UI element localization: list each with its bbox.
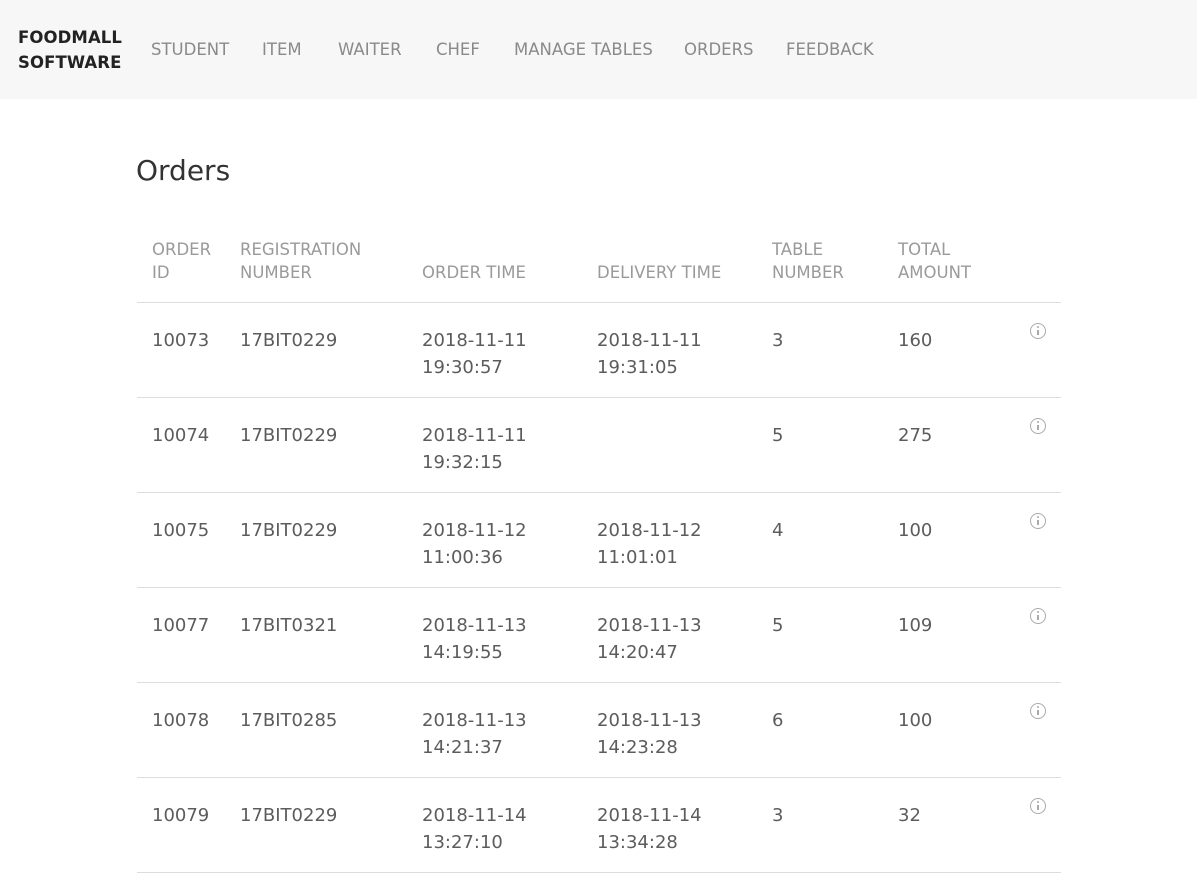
order-date: 2018-11-13 — [422, 615, 527, 636]
cell-order-id: 10075 — [152, 520, 210, 541]
info-icon[interactable] — [1030, 513, 1046, 529]
cell-registration-number: 17BIT0229 — [240, 805, 338, 826]
delivery-clock: 13:34:28 — [597, 832, 678, 853]
cell-registration-number: 17BIT0285 — [240, 710, 338, 731]
header-table-line-1: TABLE — [772, 240, 824, 259]
cell-order-time: 2018-11-11 19:30:57 — [422, 327, 527, 381]
cell-registration-number: 17BIT0321 — [240, 615, 338, 636]
header-total-amount: TOTAL AMOUNT — [898, 238, 971, 284]
info-icon[interactable] — [1030, 323, 1046, 339]
delivery-clock: 11:01:01 — [597, 547, 678, 568]
delivery-date: 2018-11-13 — [597, 710, 702, 731]
cell-registration-number: 17BIT0229 — [240, 425, 338, 446]
info-icon[interactable] — [1030, 608, 1046, 624]
cell-table-number: 6 — [772, 710, 784, 731]
order-clock: 19:32:15 — [422, 452, 503, 473]
order-clock: 14:19:55 — [422, 642, 503, 663]
order-clock: 14:21:37 — [422, 737, 503, 758]
navbar: FOODMALL SOFTWARE STUDENT ITEM WAITER CH… — [0, 0, 1197, 99]
cell-order-id: 10078 — [152, 710, 210, 731]
cell-order-id: 10077 — [152, 615, 210, 636]
cell-order-id: 10079 — [152, 805, 210, 826]
cell-delivery-time: 2018-11-12 11:01:01 — [597, 517, 702, 571]
order-date: 2018-11-13 — [422, 710, 527, 731]
delivery-clock: 19:31:05 — [597, 357, 678, 378]
header-registration-line-1: REGISTRATION — [240, 240, 362, 259]
header-order-id-line-2: ID — [152, 263, 170, 282]
cell-total-amount: 109 — [898, 615, 933, 636]
cell-total-amount: 160 — [898, 330, 933, 351]
header-registration-number: REGISTRATION NUMBER — [240, 238, 361, 284]
cell-total-amount: 32 — [898, 805, 921, 826]
cell-table-number: 3 — [772, 330, 784, 351]
cell-table-number: 5 — [772, 425, 784, 446]
nav-link-orders[interactable]: ORDERS — [684, 38, 754, 62]
header-total-line-1: TOTAL — [898, 240, 951, 259]
header-total-line-2: AMOUNT — [898, 263, 972, 282]
page-title: Orders — [136, 154, 231, 187]
order-date: 2018-11-11 — [422, 330, 527, 351]
order-clock: 19:30:57 — [422, 357, 503, 378]
table-row: 10073 17BIT0229 2018-11-11 19:30:57 2018… — [137, 303, 1061, 398]
header-order-id-line-1: ORDER — [152, 240, 212, 259]
table-row: 10079 17BIT0229 2018-11-14 13:27:10 2018… — [137, 778, 1061, 873]
cell-total-amount: 275 — [898, 425, 933, 446]
table-header: ORDER ID REGISTRATION NUMBER ORDER TIME … — [137, 226, 1061, 303]
cell-registration-number: 17BIT0229 — [240, 330, 338, 351]
cell-table-number: 4 — [772, 520, 784, 541]
nav-link-item[interactable]: ITEM — [262, 38, 302, 62]
order-date: 2018-11-12 — [422, 520, 527, 541]
brand-line-1: FOODMALL — [18, 28, 123, 47]
table-row: 10075 17BIT0229 2018-11-12 11:00:36 2018… — [137, 493, 1061, 588]
cell-order-time: 2018-11-14 13:27:10 — [422, 802, 527, 856]
nav-link-chef[interactable]: CHEF — [436, 38, 480, 62]
table-row: 10077 17BIT0321 2018-11-13 14:19:55 2018… — [137, 588, 1061, 683]
table-row: 10074 17BIT0229 2018-11-11 19:32:15 5 27… — [137, 398, 1061, 493]
cell-order-time: 2018-11-12 11:00:36 — [422, 517, 527, 571]
info-icon[interactable] — [1030, 798, 1046, 814]
order-date: 2018-11-11 — [422, 425, 527, 446]
cell-registration-number: 17BIT0229 — [240, 520, 338, 541]
info-icon[interactable] — [1030, 703, 1046, 719]
cell-total-amount: 100 — [898, 710, 933, 731]
header-table-number: TABLE NUMBER — [772, 238, 844, 284]
cell-delivery-time: 2018-11-14 13:34:28 — [597, 802, 702, 856]
order-date: 2018-11-14 — [422, 805, 527, 826]
orders-table: ORDER ID REGISTRATION NUMBER ORDER TIME … — [137, 226, 1061, 873]
cell-order-id: 10074 — [152, 425, 210, 446]
header-table-line-2: NUMBER — [772, 263, 844, 282]
cell-order-time: 2018-11-11 19:32:15 — [422, 422, 527, 476]
cell-total-amount: 100 — [898, 520, 933, 541]
brand-line-2: SOFTWARE — [18, 53, 122, 72]
header-order-id: ORDER ID — [152, 238, 211, 284]
order-clock: 13:27:10 — [422, 832, 503, 853]
info-icon[interactable] — [1030, 418, 1046, 434]
order-clock: 11:00:36 — [422, 547, 503, 568]
cell-table-number: 3 — [772, 805, 784, 826]
delivery-date: 2018-11-14 — [597, 805, 702, 826]
cell-table-number: 5 — [772, 615, 784, 636]
nav-link-feedback[interactable]: FEEDBACK — [786, 38, 874, 62]
cell-order-time: 2018-11-13 14:19:55 — [422, 612, 527, 666]
header-delivery-time: DELIVERY TIME — [597, 263, 722, 282]
header-order-time: ORDER TIME — [422, 263, 526, 282]
nav-link-manage-tables[interactable]: MANAGE TABLES — [514, 38, 653, 62]
cell-delivery-time: 2018-11-13 14:20:47 — [597, 612, 702, 666]
brand-logo[interactable]: FOODMALL SOFTWARE — [18, 25, 128, 75]
cell-order-time: 2018-11-13 14:21:37 — [422, 707, 527, 761]
nav-link-waiter[interactable]: WAITER — [338, 38, 402, 62]
delivery-date: 2018-11-11 — [597, 330, 702, 351]
header-registration-line-2: NUMBER — [240, 263, 312, 282]
cell-order-id: 10073 — [152, 330, 210, 351]
delivery-date: 2018-11-13 — [597, 615, 702, 636]
cell-delivery-time: 2018-11-11 19:31:05 — [597, 327, 702, 381]
delivery-clock: 14:20:47 — [597, 642, 678, 663]
cell-delivery-time: 2018-11-13 14:23:28 — [597, 707, 702, 761]
delivery-clock: 14:23:28 — [597, 737, 678, 758]
table-row: 10078 17BIT0285 2018-11-13 14:21:37 2018… — [137, 683, 1061, 778]
delivery-date: 2018-11-12 — [597, 520, 702, 541]
nav-link-student[interactable]: STUDENT — [151, 38, 229, 62]
